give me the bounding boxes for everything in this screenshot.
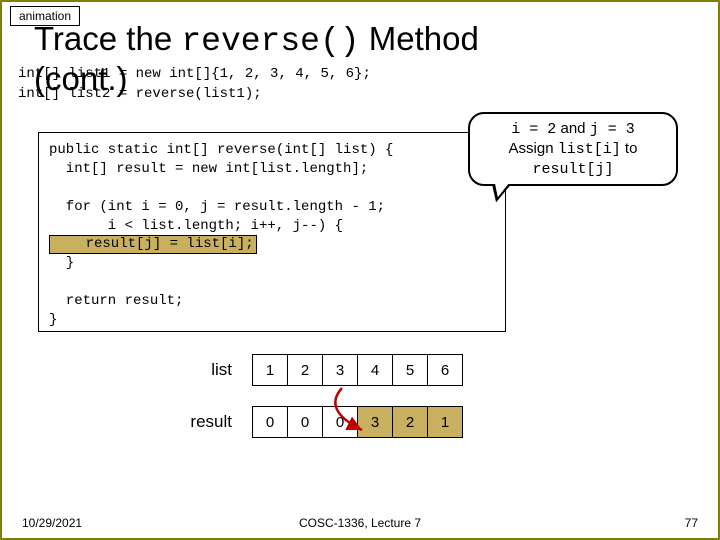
code-highlight: result[j] = list[i]; — [49, 235, 257, 254]
title-cont: (cont.) — [34, 60, 128, 98]
arrays-area: list 1 2 3 4 5 6 result 0 0 0 3 2 1 — [122, 354, 463, 458]
result-cell-5: 1 — [427, 406, 463, 438]
list-cell-4: 5 — [392, 354, 428, 386]
callout-j: j = 3 — [590, 121, 635, 138]
list-cell-5: 6 — [427, 354, 463, 386]
list-cell-1: 2 — [287, 354, 323, 386]
code-l2: int[] result = new int[list.length]; — [49, 161, 368, 177]
footer-date: 10/29/2021 — [22, 516, 82, 530]
list-cell-3: 4 — [357, 354, 393, 386]
list-cell-2: 3 — [322, 354, 358, 386]
callout-line3: result[j] — [532, 160, 613, 180]
result-label: result — [122, 412, 252, 432]
code-l7: } — [49, 255, 74, 271]
callout-to: to — [621, 140, 638, 157]
callout-line1: i = 2 and j = 3 — [511, 119, 634, 140]
code-box: public static int[] reverse(int[] list) … — [38, 132, 506, 332]
result-row: result 0 0 0 3 2 1 — [122, 406, 463, 438]
slide-title: Trace the reverse() Method — [34, 20, 479, 60]
callout-and: and — [556, 120, 589, 137]
slide: animation Trace the reverse() Method int… — [0, 0, 720, 540]
list-label: list — [122, 360, 252, 380]
callout-line2: Assign list[i] to — [509, 139, 638, 160]
callout-assign: Assign — [509, 140, 558, 157]
callout-i: i = 2 — [511, 121, 556, 138]
code-l5: i < list.length; i++, j--) { — [49, 218, 343, 234]
code-l10: } — [49, 312, 57, 328]
result-cell-1: 0 — [287, 406, 323, 438]
code-l4: for (int i = 0, j = result.length - 1; — [49, 199, 385, 215]
code-l9: return result; — [49, 293, 183, 309]
title-text-1: Trace the — [34, 20, 181, 57]
result-cell-4: 2 — [392, 406, 428, 438]
title-mono: reverse() — [181, 23, 359, 60]
footer-center: COSC-1336, Lecture 7 — [299, 516, 421, 530]
list-row: list 1 2 3 4 5 6 — [122, 354, 463, 386]
result-cell-0: 0 — [252, 406, 288, 438]
list-cells: 1 2 3 4 5 6 — [252, 354, 463, 386]
result-cell-3: 3 — [357, 406, 393, 438]
footer: 10/29/2021 COSC-1336, Lecture 7 77 — [2, 516, 718, 530]
result-cells: 0 0 0 3 2 1 — [252, 406, 463, 438]
callout-listi: list[i] — [558, 141, 621, 158]
footer-page: 77 — [685, 516, 698, 530]
callout-bubble: i = 2 and j = 3 Assign list[i] to result… — [468, 112, 678, 186]
list-cell-0: 1 — [252, 354, 288, 386]
result-cell-2: 0 — [322, 406, 358, 438]
title-text-2: Method — [360, 20, 479, 57]
code-l1: public static int[] reverse(int[] list) … — [49, 142, 393, 158]
